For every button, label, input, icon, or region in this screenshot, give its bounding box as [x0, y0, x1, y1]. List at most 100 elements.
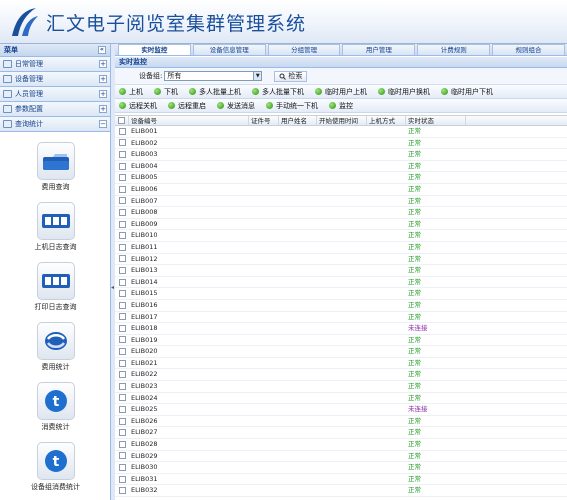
group-select[interactable]: 所有 ▼ [164, 71, 263, 81]
shortcut-log[interactable]: 上机日志查询 [0, 202, 111, 252]
row-checkbox[interactable] [115, 254, 129, 265]
row-checkbox[interactable] [115, 277, 129, 288]
tab-2[interactable]: 分组管理 [267, 44, 341, 55]
expand-icon[interactable]: + [99, 60, 107, 68]
table-row[interactable]: ELIB023 正常 [115, 381, 567, 393]
chevron-down-icon[interactable]: ▼ [253, 72, 262, 80]
shortcut-twitter[interactable]: t 设备组消费统计 [0, 442, 111, 492]
checkbox-icon[interactable] [118, 464, 126, 472]
action-button[interactable]: 临时用户上机 [315, 87, 367, 97]
row-checkbox[interactable] [115, 230, 129, 241]
checkbox-icon[interactable] [118, 417, 126, 425]
checkbox-icon[interactable] [118, 117, 125, 124]
checkbox-icon[interactable] [118, 487, 126, 495]
table-row[interactable]: ELIB017 正常 [115, 312, 567, 324]
action-button[interactable]: 上机 [119, 87, 143, 97]
checkbox-icon[interactable] [118, 359, 126, 367]
checkbox-icon[interactable] [118, 278, 126, 286]
checkbox-icon[interactable] [118, 220, 126, 228]
table-row[interactable]: ELIB009 正常 [115, 219, 567, 231]
shortcut-print-log[interactable]: 打印日志查询 [0, 262, 111, 312]
checkbox-icon[interactable] [118, 382, 126, 390]
row-checkbox[interactable] [115, 462, 129, 473]
row-checkbox[interactable] [115, 485, 129, 496]
action-button[interactable]: 远程关机 [119, 101, 157, 111]
table-row[interactable]: ELIB030 正常 [115, 462, 567, 474]
table-row[interactable]: ELIB021 正常 [115, 358, 567, 370]
row-checkbox[interactable] [115, 346, 129, 357]
row-checkbox[interactable] [115, 172, 129, 183]
action-button[interactable]: 手动统一下机 [266, 101, 318, 111]
row-checkbox[interactable] [115, 242, 129, 253]
row-checkbox[interactable] [115, 451, 129, 462]
table-row[interactable]: ELIB011 正常 [115, 242, 567, 254]
action-button[interactable]: 发送消息 [217, 101, 255, 111]
twitter-icon[interactable]: t [36, 382, 75, 420]
log-icon[interactable] [36, 202, 75, 240]
checkbox-icon[interactable] [118, 336, 126, 344]
checkbox-icon[interactable] [118, 348, 126, 356]
column-header[interactable]: 开始使用时间 [317, 116, 367, 125]
row-checkbox[interactable] [115, 219, 129, 230]
checkbox-icon[interactable] [118, 162, 126, 170]
row-checkbox[interactable] [115, 427, 129, 438]
row-checkbox[interactable] [115, 207, 129, 218]
table-row[interactable]: ELIB014 正常 [115, 277, 567, 289]
row-checkbox[interactable] [115, 126, 129, 137]
shortcut-folder[interactable]: 费用查询 [0, 142, 111, 192]
checkbox-icon[interactable] [118, 185, 126, 193]
expand-icon[interactable]: − [99, 120, 107, 128]
refresh-icon[interactable] [36, 322, 75, 360]
table-row[interactable]: ELIB028 正常 [115, 439, 567, 451]
tab-1[interactable]: 设备信息管理 [192, 44, 266, 55]
checkbox-icon[interactable] [118, 150, 126, 158]
checkbox-icon[interactable] [118, 452, 126, 460]
table-row[interactable]: ELIB013 正常 [115, 265, 567, 277]
table-row[interactable]: ELIB027 正常 [115, 427, 567, 440]
table-row[interactable]: ELIB016 正常 [115, 300, 567, 312]
search-button[interactable]: 检索 [274, 70, 308, 82]
table-row[interactable]: ELIB008 正常 [115, 207, 567, 219]
table-row[interactable]: ELIB010 正常 [115, 230, 567, 242]
checkbox-icon[interactable] [118, 255, 126, 263]
action-button[interactable]: 临时用户下机 [441, 87, 493, 97]
table-row[interactable]: ELIB022 正常 [115, 369, 567, 382]
sidebar-item[interactable]: 参数配置 + [0, 102, 110, 117]
select-all-checkbox[interactable] [115, 116, 129, 125]
row-checkbox[interactable] [115, 161, 129, 172]
table-row[interactable]: ELIB015 正常 [115, 288, 567, 300]
checkbox-icon[interactable] [118, 313, 126, 321]
sidebar-item[interactable]: 设备管理 + [0, 72, 110, 87]
action-button[interactable]: 监控 [329, 101, 353, 111]
table-row[interactable]: ELIB018 未连接 [115, 323, 567, 335]
table-row[interactable]: ELIB007 正常 [115, 196, 567, 208]
checkbox-icon[interactable] [118, 475, 126, 483]
shortcut-refresh[interactable]: 费用统计 [0, 322, 111, 372]
column-header[interactable]: 上机方式 [367, 116, 406, 125]
table-row[interactable]: ELIB025 未连接 [115, 404, 567, 416]
checkbox-icon[interactable] [118, 440, 126, 448]
action-button[interactable]: 远程重启 [168, 101, 206, 111]
checkbox-icon[interactable] [118, 127, 126, 135]
row-checkbox[interactable] [115, 381, 129, 392]
table-row[interactable]: ELIB012 正常 [115, 254, 567, 266]
print-log-icon[interactable] [36, 262, 75, 300]
checkbox-icon[interactable] [118, 197, 126, 205]
table-row[interactable]: ELIB019 正常 [115, 335, 567, 347]
checkbox-icon[interactable] [118, 243, 126, 251]
row-checkbox[interactable] [115, 474, 129, 485]
expand-icon[interactable]: + [99, 75, 107, 83]
expand-icon[interactable]: + [99, 90, 107, 98]
column-header[interactable]: 设备编号 [129, 116, 249, 125]
tab-3[interactable]: 用户管理 [342, 44, 416, 55]
column-header[interactable]: 用户姓名 [279, 116, 317, 125]
row-checkbox[interactable] [115, 149, 129, 160]
row-checkbox[interactable] [115, 358, 129, 369]
tab-4[interactable]: 计费规则 [417, 44, 491, 55]
checkbox-icon[interactable] [118, 301, 126, 309]
row-checkbox[interactable] [115, 393, 129, 404]
checkbox-icon[interactable] [118, 139, 126, 147]
column-header[interactable]: 证件号 [249, 116, 279, 125]
table-row[interactable]: ELIB020 正常 [115, 346, 567, 358]
table-row[interactable]: ELIB031 正常 [115, 474, 567, 486]
